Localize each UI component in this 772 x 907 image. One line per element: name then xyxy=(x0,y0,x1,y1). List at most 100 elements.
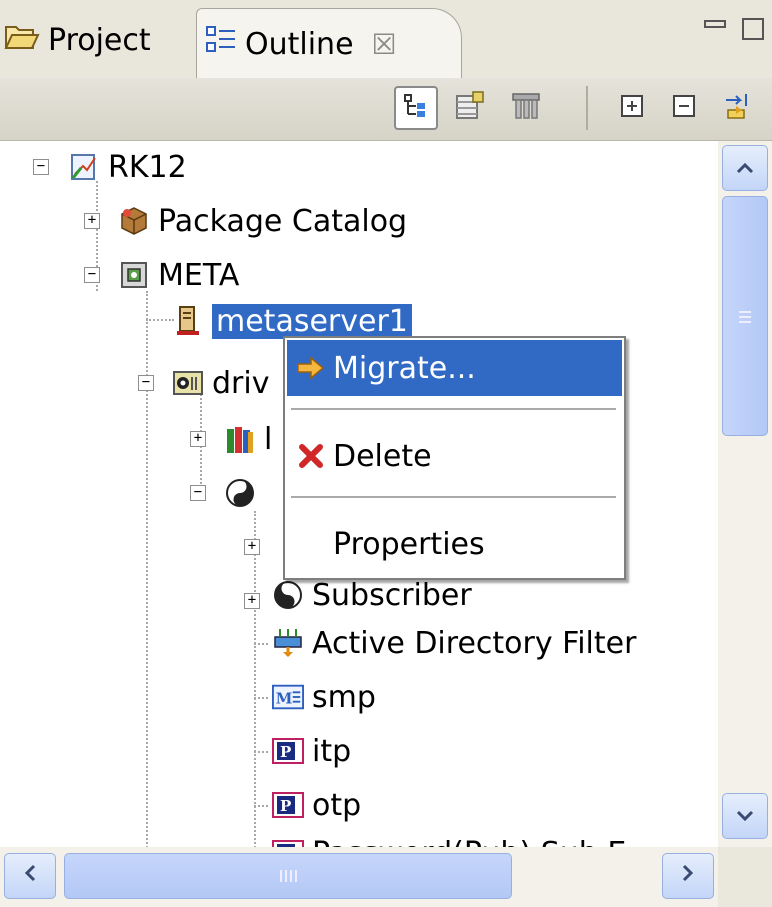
tree-item-driver[interactable] xyxy=(224,471,264,515)
menu-item-label: Properties xyxy=(333,526,485,562)
minimize-view-icon[interactable] xyxy=(704,20,726,28)
scroll-right-button[interactable] xyxy=(662,853,714,899)
chevron-up-icon xyxy=(735,156,755,181)
scroll-down-button[interactable] xyxy=(722,793,768,839)
link-icon xyxy=(722,90,754,126)
tree-item-itp[interactable]: P itp xyxy=(272,729,351,773)
collapse-toggle[interactable]: − xyxy=(138,375,154,391)
policy-icon: P xyxy=(272,789,304,821)
scroll-left-button[interactable] xyxy=(4,853,56,899)
expand-toggle[interactable]: + xyxy=(244,539,260,555)
tree-item-label: Subscriber xyxy=(312,577,472,613)
tab-outline[interactable]: Outline ☒ xyxy=(196,8,462,79)
folder-open-icon xyxy=(4,21,40,59)
meta-icon xyxy=(118,259,150,291)
link-with-editor-button[interactable] xyxy=(716,86,760,130)
tree-item-label: smp xyxy=(312,679,376,715)
package-catalog-icon xyxy=(118,205,150,237)
close-tab-icon[interactable]: ☒ xyxy=(372,28,397,61)
migrate-arrow-icon xyxy=(293,355,329,381)
mapping-icon: M xyxy=(272,681,304,713)
tree-item-label: RK12 xyxy=(108,149,187,185)
scrollbar-corner xyxy=(718,847,772,907)
tree-item-library[interactable]: l xyxy=(224,417,272,461)
collapse-all-icon xyxy=(670,92,698,124)
tree-connector xyxy=(254,511,256,847)
tree-item-label: otp xyxy=(312,787,362,823)
expand-all-icon xyxy=(618,92,646,124)
table-view-icon xyxy=(454,90,486,126)
tree-item-smp[interactable]: M smp xyxy=(272,675,376,719)
tree-item-label: metaserver1 xyxy=(212,303,412,339)
collapse-toggle[interactable]: − xyxy=(84,267,100,283)
tree-item-label: META xyxy=(158,257,240,293)
expand-toggle[interactable]: + xyxy=(244,593,260,609)
tree-item-package-catalog[interactable]: Package Catalog xyxy=(118,199,407,243)
tree-item-label: itp xyxy=(312,733,352,769)
tree-view-icon xyxy=(402,92,430,124)
chevron-right-icon xyxy=(681,863,695,889)
collapse-all-button[interactable] xyxy=(662,86,706,130)
menu-item-label: Delete xyxy=(333,438,432,474)
delete-icon xyxy=(293,443,329,469)
menu-separator xyxy=(291,496,616,498)
tree-connector xyxy=(146,319,174,321)
project-icon xyxy=(68,151,100,183)
menu-item-migrate[interactable]: Migrate... xyxy=(287,340,622,396)
horizontal-scrollbar[interactable] xyxy=(0,847,718,907)
chevron-down-icon xyxy=(735,804,755,829)
server-icon xyxy=(172,305,204,337)
table-view-button[interactable] xyxy=(448,86,492,130)
filter-button[interactable] xyxy=(504,86,548,130)
expand-all-button[interactable] xyxy=(610,86,654,130)
policy-icon xyxy=(272,837,304,847)
library-icon xyxy=(224,423,256,455)
tree-item-meta[interactable]: META xyxy=(118,253,239,297)
policy-icon: P xyxy=(272,735,304,767)
expand-toggle[interactable]: + xyxy=(190,431,206,447)
tree-item-label: Active Directory Filter xyxy=(312,625,637,661)
expand-toggle[interactable]: + xyxy=(84,213,100,229)
toolbar-separator xyxy=(586,86,588,130)
chevron-left-icon xyxy=(23,863,37,889)
tree-item-active-directory-filter[interactable]: Active Directory Filter xyxy=(272,621,636,665)
svg-text:M: M xyxy=(276,690,293,708)
context-menu: Migrate... Delete Properties xyxy=(283,336,626,580)
horizontal-scroll-thumb[interactable] xyxy=(64,853,512,899)
svg-text:P: P xyxy=(280,743,291,761)
menu-item-label: Migrate... xyxy=(333,350,476,386)
tab-project[interactable]: Project xyxy=(0,8,151,72)
tree-connector xyxy=(254,805,268,807)
tree-item-label: driv xyxy=(212,365,270,401)
tab-outline-label: Outline xyxy=(245,26,354,62)
collapse-toggle[interactable]: − xyxy=(190,485,206,501)
subscriber-icon xyxy=(272,579,304,611)
tree-view-button[interactable] xyxy=(394,86,438,130)
tree-item-rk12[interactable]: RK12 xyxy=(68,145,187,189)
svg-text:P: P xyxy=(280,797,291,815)
menu-separator xyxy=(291,408,616,410)
tree-connector xyxy=(254,751,268,753)
vertical-scrollbar[interactable] xyxy=(718,141,772,847)
tree-connector xyxy=(254,643,268,645)
tree-item-otp[interactable]: P otp xyxy=(272,783,361,827)
view-tab-bar: Project Outline ☒ xyxy=(0,0,772,79)
collapse-toggle[interactable]: − xyxy=(33,159,49,175)
view-window-controls xyxy=(704,18,764,40)
tree-item-label: l xyxy=(264,421,273,457)
outline-toolbar xyxy=(0,78,772,141)
vertical-scroll-thumb[interactable] xyxy=(722,196,768,436)
tree-item-label: Password(Pub) Sub E xyxy=(312,836,626,848)
tree-item-password-policy[interactable]: Password(Pub) Sub E xyxy=(272,831,626,847)
menu-item-delete[interactable]: Delete xyxy=(287,428,622,484)
filter-icon xyxy=(510,90,542,126)
menu-item-properties[interactable]: Properties xyxy=(287,516,622,572)
filter-icon xyxy=(272,627,304,659)
tab-project-label: Project xyxy=(48,22,151,58)
outline-icon xyxy=(205,25,237,63)
driverset-icon xyxy=(172,367,204,399)
maximize-view-icon[interactable] xyxy=(742,18,764,40)
tree-connector xyxy=(254,697,268,699)
tree-item-driverset[interactable]: driv xyxy=(172,361,269,405)
scroll-up-button[interactable] xyxy=(722,145,768,191)
